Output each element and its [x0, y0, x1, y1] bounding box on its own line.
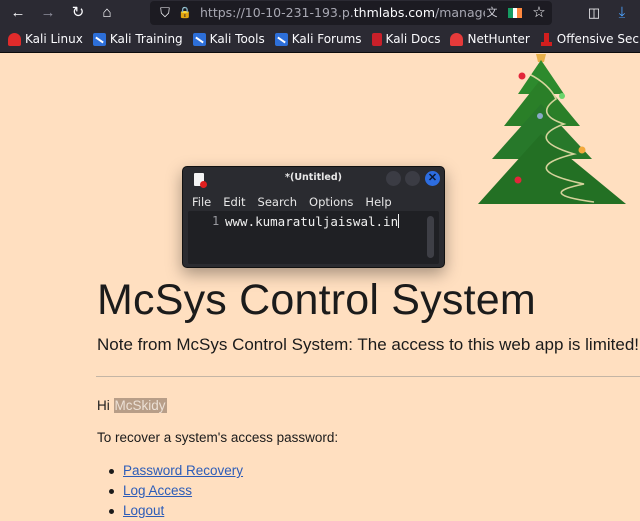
bookmark-label: Offensive Security [556, 32, 640, 46]
close-icon: ✕ [427, 172, 438, 184]
bookmark-offensive-security[interactable]: Offensive Security [540, 32, 640, 46]
bookmark-kali-forums[interactable]: Kali Forums [274, 32, 362, 46]
text-caret [398, 214, 400, 228]
editor-menubar: File Edit Search Options Help [192, 195, 404, 209]
christmas-tree-image [478, 54, 626, 204]
ornament-green [559, 93, 565, 99]
close-button[interactable]: ✕ [425, 171, 440, 186]
forward-arrow-icon: → [40, 4, 56, 21]
kali-tools-icon [274, 32, 288, 46]
back-arrow-icon: ← [10, 4, 26, 21]
username-highlight: McSkidy [113, 398, 167, 413]
greeting-prefix: Hi [97, 398, 114, 413]
editor-scrollbar[interactable] [427, 216, 434, 258]
ornament-orange [578, 146, 586, 154]
password-recovery-link[interactable]: Password Recovery [123, 463, 243, 478]
url-prefix: https://10-10-231-193.p. [200, 5, 354, 20]
log-access-link[interactable]: Log Access [123, 483, 192, 498]
downloads-button[interactable]: ⤓ [612, 3, 632, 23]
back-button[interactable]: ← [8, 3, 28, 23]
greeting: Hi McSkidy [97, 398, 167, 413]
menu-file[interactable]: File [192, 195, 211, 209]
url-path: /manage.php [435, 5, 485, 20]
ornament-blue [537, 113, 543, 119]
action-links: Password Recovery Log Access Logout [108, 462, 243, 521]
menu-help[interactable]: Help [365, 195, 391, 209]
list-item: Log Access [108, 482, 243, 502]
text-editor-window[interactable]: *(Untitled) ✕ File Edit Search Options H… [182, 166, 445, 268]
bookmark-label: Kali Docs [385, 32, 441, 46]
menu-search[interactable]: Search [258, 195, 298, 209]
bookmark-nethunter[interactable]: NetHunter [450, 32, 530, 46]
bookmark-label: NetHunter [467, 32, 530, 46]
url-bar[interactable]: ⛉ 🔒 https://10-10-231-193.p.thmlabs.com/… [150, 1, 552, 25]
kali-tools-icon [92, 32, 106, 46]
recovery-instruction: To recover a system's access password: [97, 430, 339, 445]
bookmark-label: Kali Tools [209, 32, 265, 46]
kali-dragon-icon [8, 32, 21, 46]
logout-link[interactable]: Logout [123, 503, 164, 518]
shield-icon[interactable]: ⛉ [156, 3, 174, 23]
list-item: Logout [108, 502, 243, 521]
pocket-icon: ◫ [587, 5, 601, 20]
bookmark-label: Kali Forums [291, 32, 362, 46]
reload-button[interactable]: ↻ [68, 3, 88, 23]
flag-stripe-orange [517, 8, 523, 18]
editor-text-area[interactable]: 1 www.kumaratuljaiswal.in [188, 211, 439, 264]
editor-titlebar[interactable]: *(Untitled) ✕ [183, 167, 444, 191]
download-icon: ⤓ [618, 4, 626, 21]
line-number: 1 [212, 214, 220, 228]
home-icon: ⌂ [102, 4, 112, 21]
editor-line-text: www.kumaratuljaiswal.in [225, 214, 399, 229]
minimize-button[interactable] [386, 171, 401, 186]
kali-tools-icon [192, 32, 206, 46]
url-host: thmlabs.com [353, 5, 435, 20]
divider [96, 376, 640, 377]
menu-options[interactable]: Options [309, 195, 353, 209]
menu-edit[interactable]: Edit [223, 195, 245, 209]
bookmark-kali-linux[interactable]: Kali Linux [8, 32, 83, 46]
bookmark-kali-training[interactable]: Kali Training [92, 32, 183, 46]
url-text[interactable]: https://10-10-231-193.p.thmlabs.com/mana… [200, 1, 485, 25]
maximize-button[interactable] [405, 171, 420, 186]
bookmark-kali-docs[interactable]: Kali Docs [371, 32, 441, 46]
pocket-button[interactable]: ◫ [584, 3, 604, 23]
bookmark-kali-tools[interactable]: Kali Tools [192, 32, 265, 46]
reload-icon: ↻ [71, 4, 85, 21]
page-title: McSys Control System [97, 276, 536, 324]
editor-content[interactable]: www.kumaratuljaiswal.in [225, 214, 400, 229]
list-item: Password Recovery [108, 462, 243, 482]
bookmarks-toolbar: Kali Linux Kali Training Kali Tools Kali… [0, 26, 640, 53]
forward-button[interactable]: → [38, 3, 58, 23]
ornament-red [514, 176, 522, 184]
kali-docs-icon [371, 32, 382, 46]
lock-icon[interactable]: 🔒 [176, 3, 194, 23]
browser-toolbar: ← → ↻ ⌂ ⛉ 🔒 https://10-10-231-193.p.thml… [0, 0, 640, 26]
ireland-flag-icon[interactable] [508, 8, 523, 18]
bookmark-label: Kali Linux [25, 32, 83, 46]
access-note: Note from McSys Control System: The acce… [97, 335, 639, 354]
bookmark-star-icon[interactable]: ☆ [530, 3, 548, 23]
bookmark-label: Kali Training [109, 32, 183, 46]
translate-icon[interactable]: 文 [483, 3, 501, 23]
nethunter-icon [450, 32, 464, 46]
home-button[interactable]: ⌂ [97, 3, 117, 23]
ornament-red [518, 72, 526, 80]
offsec-icon [540, 32, 553, 46]
